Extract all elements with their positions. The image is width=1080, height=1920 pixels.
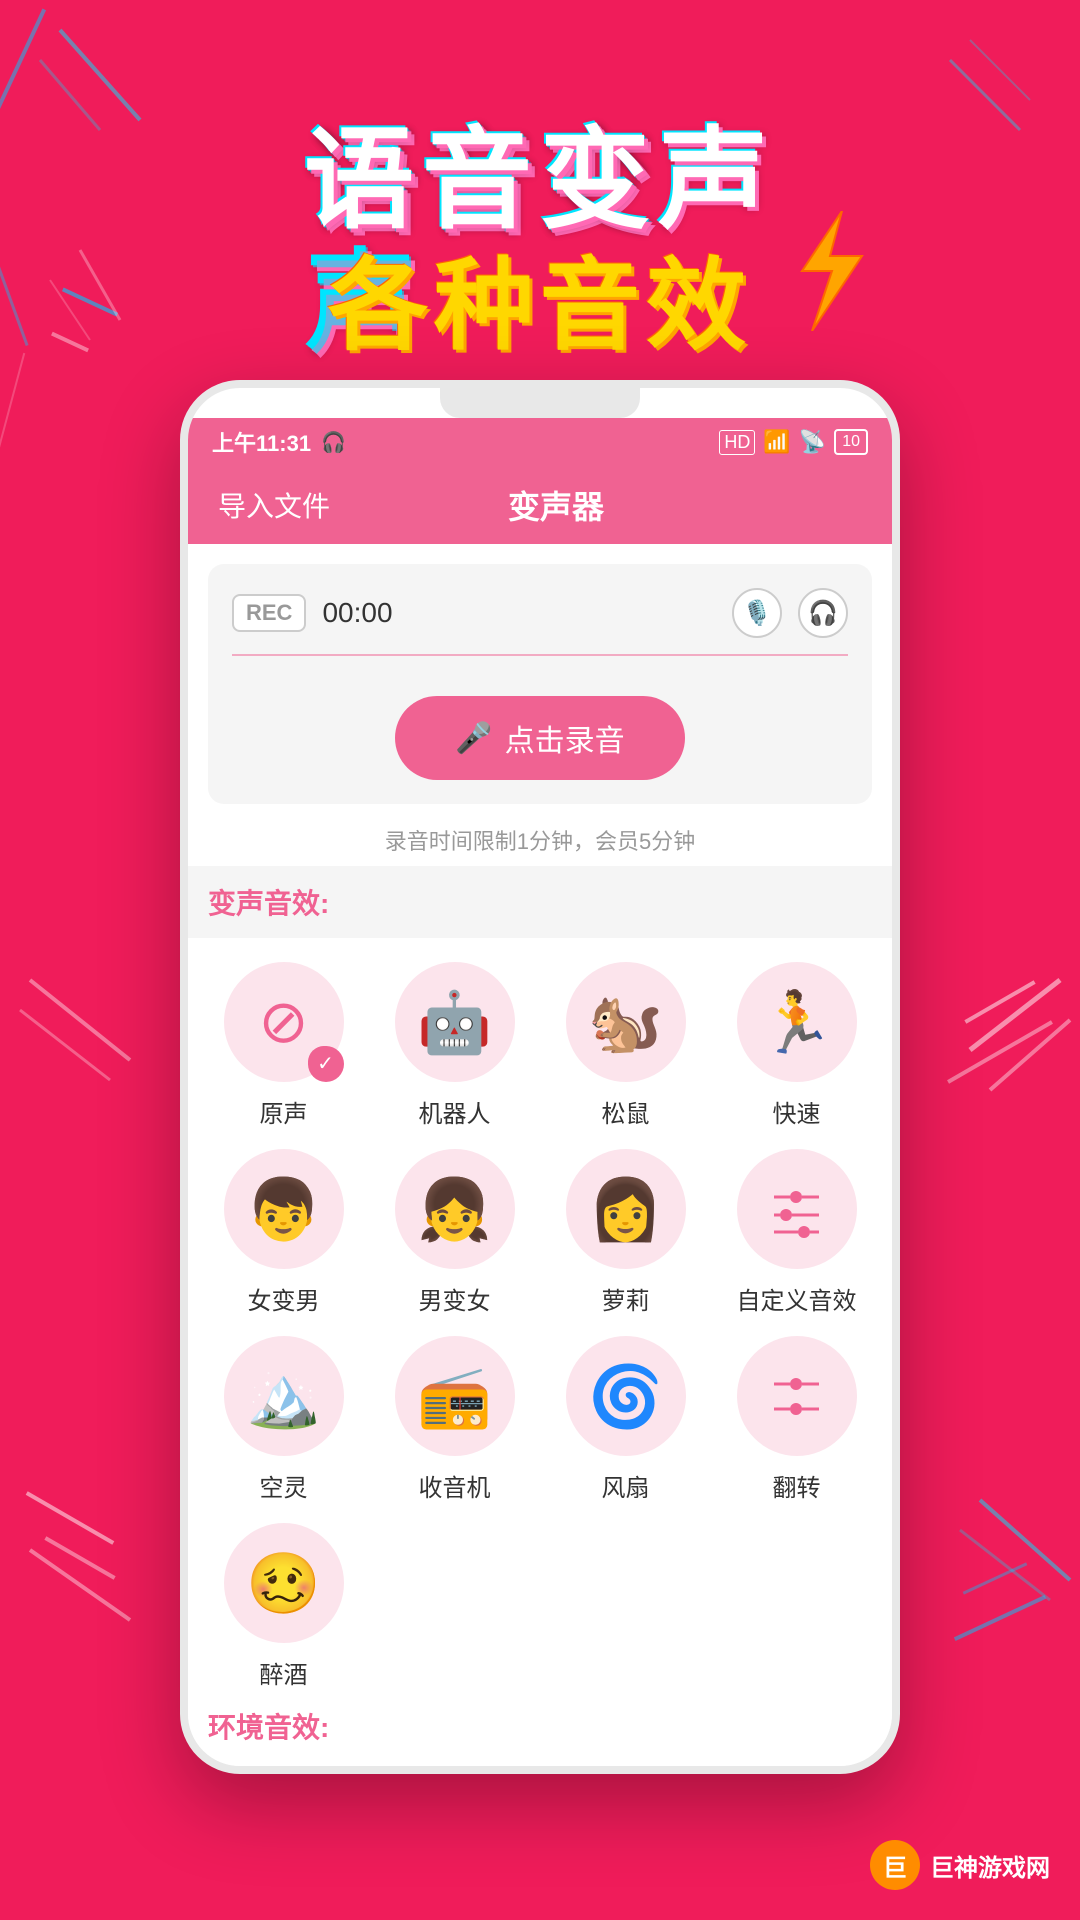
effect-label-custom: 自定义音效	[737, 1281, 857, 1316]
effects-label: 变声音效:	[188, 866, 892, 938]
effect-icon-male-to-female: 👧	[395, 1149, 515, 1269]
effect-label-molly: 萝莉	[602, 1281, 650, 1316]
sliders-svg	[764, 1177, 829, 1242]
flip-svg	[764, 1364, 829, 1429]
effect-item-squirrel[interactable]: 🐿️ 松鼠	[550, 962, 701, 1129]
rec-badge: REC	[232, 594, 306, 632]
effect-icon-custom	[737, 1149, 857, 1269]
effect-icon-robot: 🤖	[395, 962, 515, 1082]
effect-icon-ethereal: 🏔️	[224, 1336, 344, 1456]
record-button[interactable]: 🎤 点击录音	[395, 696, 684, 780]
effect-item-drunk[interactable]: 🥴 醉酒	[208, 1523, 359, 1690]
recording-area: REC 00:00 🎙️ 🎧 🎤 点击录音	[208, 564, 872, 804]
effect-item-flip[interactable]: 翻转	[721, 1336, 872, 1503]
effect-icon-fast: 🏃	[737, 962, 857, 1082]
hd-badge: HD	[719, 430, 755, 455]
effect-item-original[interactable]: ⊘ ✓ 原声	[208, 962, 359, 1129]
effect-label-ethereal: 空灵	[260, 1468, 308, 1503]
effect-icon-squirrel: 🐿️	[566, 962, 686, 1082]
headphone-icon-btn[interactable]: 🎧	[798, 588, 848, 638]
effect-label-male-to-female: 男变女	[419, 1281, 491, 1316]
effect-icon-molly: 👩	[566, 1149, 686, 1269]
title-line2: 各种音效	[328, 251, 752, 361]
effect-item-molly[interactable]: 👩 萝莉	[550, 1149, 701, 1316]
mic-icon-btn[interactable]: 🎙️	[732, 588, 782, 638]
effect-icon-original: ⊘ ✓	[224, 962, 344, 1082]
effect-item-fan[interactable]: 🌀 风扇	[550, 1336, 701, 1503]
rec-icons: 🎙️ 🎧	[732, 588, 848, 638]
wifi-icon: 📡	[799, 429, 826, 455]
effect-label-drunk: 醉酒	[260, 1655, 308, 1690]
app-topbar: 导入文件 变声器	[188, 466, 892, 544]
effect-icon-female-to-male: 👦	[224, 1149, 344, 1269]
headphone-icon: 🎧	[321, 430, 346, 455]
title-line1: 语音变声	[304, 120, 776, 241]
effect-item-ethereal[interactable]: 🏔️ 空灵	[208, 1336, 359, 1503]
effect-item-custom[interactable]: 自定义音效	[721, 1149, 872, 1316]
status-right: HD 📶 📡 10	[719, 429, 868, 455]
rec-divider	[232, 654, 848, 656]
effect-item-fast[interactable]: 🏃 快速	[721, 962, 872, 1129]
site-name: 巨神游戏网	[930, 1848, 1050, 1883]
effect-label-original: 原声	[260, 1094, 308, 1129]
effect-label-squirrel: 松鼠	[602, 1094, 650, 1129]
effect-item-radio[interactable]: 📻 收音机	[379, 1336, 530, 1503]
record-hint: 录音时间限制1分钟，会员5分钟	[188, 824, 892, 866]
effect-item-male-to-female[interactable]: 👧 男变女	[379, 1149, 530, 1316]
effects-grid: ⊘ ✓ 原声 🤖 机器人 🐿️ 松鼠	[208, 938, 872, 1690]
status-bar: 上午11:31 🎧 HD 📶 📡 10	[188, 418, 892, 466]
effect-icon-drunk: 🥴	[224, 1523, 344, 1643]
site-logo: 巨	[870, 1840, 920, 1890]
effect-icon-radio: 📻	[395, 1336, 515, 1456]
effect-label-female-to-male: 女变男	[248, 1281, 320, 1316]
effect-label-radio: 收音机	[419, 1468, 491, 1503]
effect-label-flip: 翻转	[773, 1468, 821, 1503]
env-effects-label: 环境音效:	[208, 1690, 872, 1746]
status-time: 上午11:31	[212, 426, 311, 458]
effects-section: 变声音效: ⊘ ✓ 原声 🤖 机器人 🐿️	[188, 866, 892, 1766]
effect-item-female-to-male[interactable]: 👦 女变男	[208, 1149, 359, 1316]
effect-label-fast: 快速	[773, 1094, 821, 1129]
phone-mockup: 上午11:31 🎧 HD 📶 📡 10 导入文件 变声器 REC 00:00 🎙…	[180, 380, 900, 1774]
site-watermark: 巨 巨神游戏网	[870, 1840, 1050, 1890]
status-left: 上午11:31 🎧	[212, 426, 346, 458]
battery-icon: 10	[834, 429, 868, 455]
effect-item-robot[interactable]: 🤖 机器人	[379, 962, 530, 1129]
phone-notch	[440, 388, 640, 418]
app-title: 变声器	[508, 482, 604, 528]
lightning-icon	[782, 211, 872, 331]
rec-time: 00:00	[322, 597, 716, 629]
effect-label-fan: 风扇	[602, 1468, 650, 1503]
effect-icon-flip	[737, 1336, 857, 1456]
rec-header: REC 00:00 🎙️ 🎧	[232, 588, 848, 638]
effect-icon-fan: 🌀	[566, 1336, 686, 1456]
record-button-label: 点击录音	[505, 716, 625, 760]
mic-icon: 🎤	[455, 721, 492, 756]
effect-label-robot: 机器人	[419, 1094, 491, 1129]
import-button[interactable]: 导入文件	[218, 485, 330, 525]
signal-icon: 📶	[763, 429, 790, 455]
